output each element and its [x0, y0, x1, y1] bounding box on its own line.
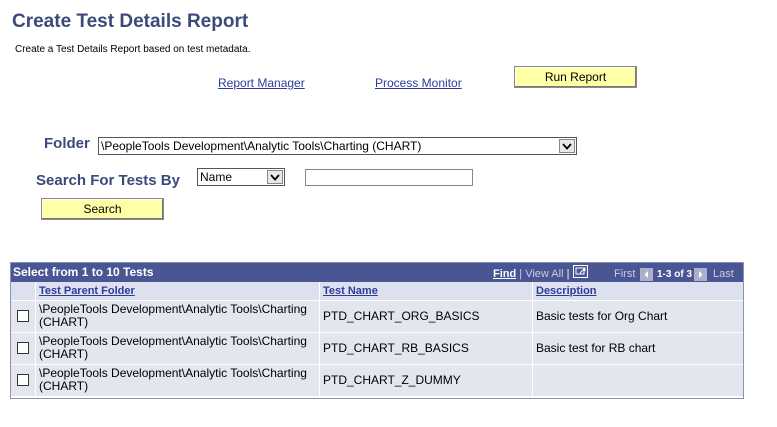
folder-path-line: (CHART)	[39, 347, 89, 361]
search-by-select[interactable]: Name	[197, 168, 285, 186]
test-parent-folder-cell: \PeopleTools Development\Analytic Tools\…	[35, 365, 319, 396]
description-cell: Basic tests for Org Chart	[532, 301, 743, 332]
grid-header: Select from 1 to 10 Tests Find | View Al…	[11, 263, 743, 282]
test-parent-folder-cell: \PeopleTools Development\Analytic Tools\…	[35, 333, 319, 364]
folder-label: Folder	[44, 135, 90, 152]
last-link[interactable]: Last	[713, 268, 734, 280]
tests-grid: Select from 1 to 10 Tests Find | View Al…	[10, 262, 744, 399]
column-header-test-parent-folder[interactable]: Test Parent Folder	[35, 282, 319, 300]
search-input[interactable]	[305, 169, 473, 186]
page-description: Create a Test Details Report based on te…	[15, 44, 251, 55]
folder-select[interactable]: \PeopleTools Development\Analytic Tools\…	[98, 137, 577, 155]
grid-title: Select from 1 to 10 Tests	[13, 265, 154, 279]
table-row: \PeopleTools Development\Analytic Tools\…	[11, 300, 743, 332]
row-select-checkbox[interactable]	[17, 342, 29, 354]
description-cell	[532, 365, 743, 396]
search-by-select-value: Name	[200, 170, 233, 184]
search-button[interactable]: Search	[41, 198, 164, 220]
description-cell: Basic test for RB chart	[532, 333, 743, 364]
process-monitor-link[interactable]: Process Monitor	[375, 76, 462, 90]
test-name-cell: PTD_CHART_ORG_BASICS	[319, 301, 532, 332]
run-report-button[interactable]: Run Report	[514, 66, 637, 88]
row-select-checkbox[interactable]	[17, 310, 29, 322]
folder-path-line: (CHART)	[39, 315, 89, 329]
previous-arrow-icon[interactable]	[640, 265, 653, 283]
find-link[interactable]: Find	[493, 268, 516, 280]
page-title: Create Test Details Report	[12, 11, 249, 32]
folder-path-line: (CHART)	[39, 379, 89, 393]
row-select-checkbox[interactable]	[17, 374, 29, 386]
folder-select-value: \PeopleTools Development\Analytic Tools\…	[101, 139, 422, 153]
next-arrow-icon[interactable]	[694, 265, 707, 283]
report-manager-link[interactable]: Report Manager	[218, 76, 305, 90]
column-headers: Test Parent Folder Test Name Description	[11, 282, 743, 300]
view-all-link[interactable]: View All	[525, 268, 563, 280]
column-header-description[interactable]: Description	[532, 282, 743, 300]
new-window-icon[interactable]	[573, 265, 588, 283]
chevron-down-icon[interactable]	[559, 139, 575, 153]
table-row: \PeopleTools Development\Analytic Tools\…	[11, 364, 743, 396]
table-row: \PeopleTools Development\Analytic Tools\…	[11, 332, 743, 364]
test-name-cell: PTD_CHART_Z_DUMMY	[319, 365, 532, 396]
nav-separator: |	[566, 268, 570, 280]
chevron-down-icon[interactable]	[267, 170, 283, 184]
column-header-test-name[interactable]: Test Name	[319, 282, 532, 300]
nav-separator: |	[519, 268, 523, 280]
test-parent-folder-cell: \PeopleTools Development\Analytic Tools\…	[35, 301, 319, 332]
first-link[interactable]: First	[614, 268, 635, 280]
search-by-label: Search For Tests By	[36, 172, 180, 189]
row-range: 1-3 of 3	[657, 269, 693, 280]
test-name-cell: PTD_CHART_RB_BASICS	[319, 333, 532, 364]
